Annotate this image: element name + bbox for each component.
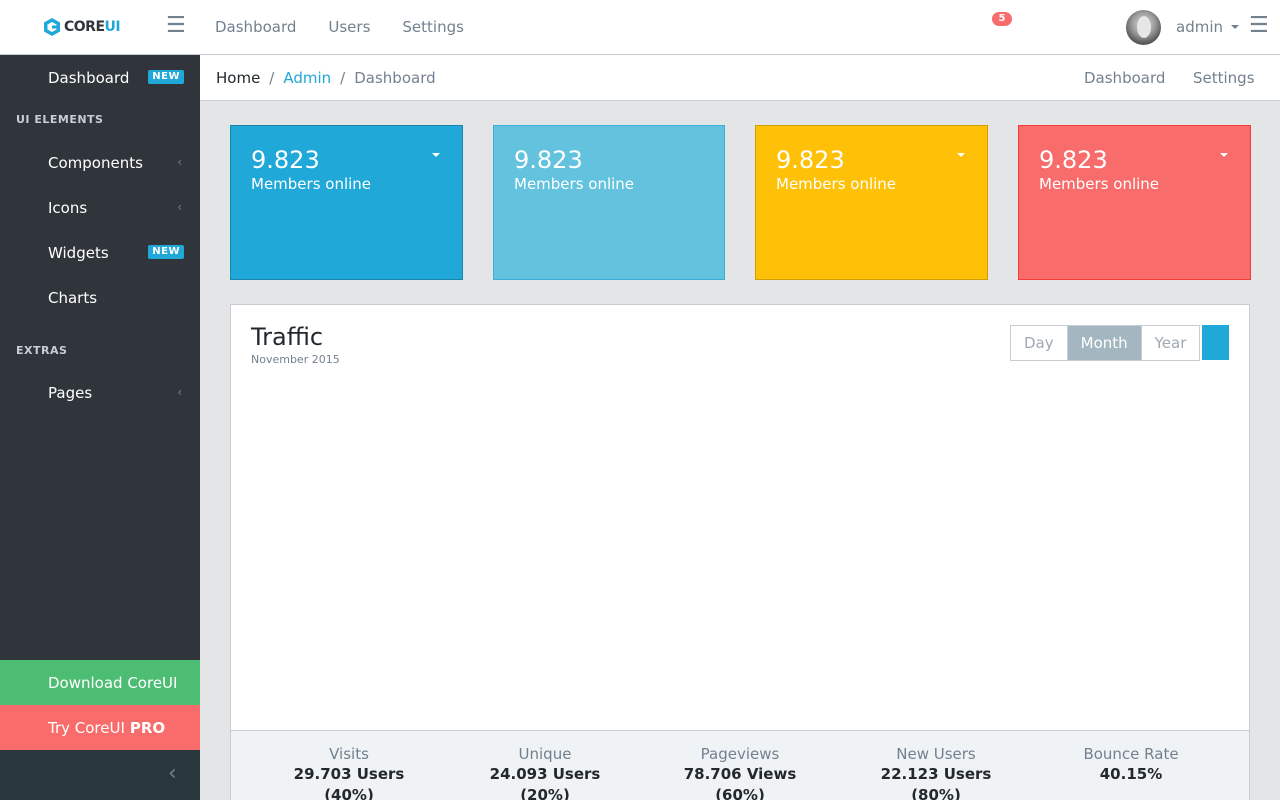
- widget-label: Members online: [1039, 175, 1160, 193]
- download-label: Download CoreUI: [48, 673, 178, 692]
- user-avatar[interactable]: [1126, 10, 1161, 45]
- stat-name: New Users: [896, 745, 976, 763]
- sidebar-item-widgets[interactable]: Widgets NEW: [0, 230, 200, 275]
- pro-label: PRO: [129, 718, 166, 737]
- breadcrumb-admin[interactable]: Admin: [283, 69, 331, 87]
- traffic-stat: Visits 29.703 Users (40%): [271, 744, 427, 800]
- widget-value: 9.823: [251, 146, 320, 174]
- card-subtitle: November 2015: [251, 353, 340, 366]
- breadcrumb-menu-settings[interactable]: Settings: [1193, 69, 1255, 87]
- stat-value: 29.703 Users (40%): [293, 765, 405, 800]
- stat-value: 78.706 Views (60%): [683, 765, 797, 800]
- brand-name: COREUI: [64, 19, 121, 35]
- breadcrumb-home[interactable]: Home: [216, 69, 260, 87]
- traffic-card: Traffic November 2015 Day Month Year Vis…: [230, 304, 1250, 800]
- user-name: admin: [1176, 18, 1223, 36]
- widget-label: Members online: [514, 175, 635, 193]
- sidebar-item-icons[interactable]: Icons ‹: [0, 185, 200, 230]
- sidebar-item-label: Widgets: [48, 243, 109, 262]
- sidebar-item-charts[interactable]: Charts: [0, 275, 200, 320]
- sidebar-item-dashboard[interactable]: Dashboard NEW: [0, 55, 200, 100]
- new-badge: NEW: [148, 70, 184, 84]
- widget-label: Members online: [251, 175, 372, 193]
- breadcrumb-bar: Home / Admin / Dashboard Dashboard Setti…: [200, 55, 1280, 101]
- sidebar-item-label: Icons: [48, 198, 88, 217]
- sidebar-section-title: EXTRAS: [16, 344, 68, 357]
- caret-down-icon[interactable]: [957, 153, 965, 157]
- traffic-stat: New Users 22.123 Users (80%): [858, 744, 1014, 800]
- sidebar-item-label: Charts: [48, 288, 98, 307]
- try-coreui-pro-button[interactable]: Try CoreUI PRO: [0, 705, 200, 750]
- widget-card: 9.823 Members online: [755, 125, 988, 280]
- caret-down-icon: [1231, 25, 1239, 29]
- breadcrumb: Home / Admin / Dashboard: [216, 69, 436, 87]
- period-year-button[interactable]: Year: [1142, 326, 1200, 360]
- new-badge: NEW: [148, 245, 184, 259]
- header-nav-users[interactable]: Users: [328, 18, 370, 36]
- sidebar: Dashboard NEW UI ELEMENTS Components ‹ I…: [0, 55, 200, 800]
- widget-card: 9.823 Members online: [230, 125, 463, 280]
- header-nav-dashboard[interactable]: Dashboard: [215, 18, 296, 36]
- stat-value: 24.093 Users (20%): [489, 765, 601, 800]
- sidebar-toggler-icon[interactable]: ☰: [166, 15, 186, 37]
- chevron-left-icon: ‹: [177, 385, 182, 399]
- user-menu-toggle[interactable]: admin: [1176, 18, 1239, 36]
- widget-card: 9.823 Members online: [493, 125, 725, 280]
- sidebar-item-components[interactable]: Components ‹: [0, 140, 200, 185]
- sidebar-item-pages[interactable]: Pages ‹: [0, 370, 200, 415]
- brand-logo[interactable]: COREUI: [42, 17, 121, 37]
- traffic-stat: Bounce Rate 40.15%: [1053, 744, 1209, 785]
- try-label: Try CoreUI: [48, 718, 125, 737]
- chevron-left-icon: ‹: [177, 155, 182, 169]
- notification-badge[interactable]: 5: [992, 12, 1012, 26]
- sidebar-minimizer[interactable]: ‹: [0, 750, 200, 800]
- stat-value: 22.123 Users (80%): [880, 765, 992, 800]
- widget-value: 9.823: [776, 146, 845, 174]
- stat-name: Bounce Rate: [1083, 745, 1179, 763]
- chevron-left-icon: ‹: [168, 761, 177, 786]
- breadcrumb-menu-dashboard[interactable]: Dashboard: [1084, 69, 1165, 87]
- chevron-left-icon: ‹: [177, 200, 182, 214]
- caret-down-icon[interactable]: [1220, 153, 1228, 157]
- app-header: COREUI ☰ Dashboard Users Settings 5 admi…: [0, 0, 1280, 55]
- widget-label: Members online: [776, 175, 897, 193]
- stat-value: 40.15%: [1099, 765, 1163, 783]
- period-month-button[interactable]: Month: [1066, 326, 1142, 360]
- download-button[interactable]: [1202, 325, 1229, 360]
- period-day-button[interactable]: Day: [1011, 326, 1067, 360]
- header-nav-settings[interactable]: Settings: [402, 18, 464, 36]
- stat-name: Visits: [329, 745, 369, 763]
- stat-name: Unique: [518, 745, 572, 763]
- aside-menu-toggler-icon[interactable]: ☰: [1249, 15, 1269, 37]
- widget-card: 9.823 Members online: [1018, 125, 1251, 280]
- widget-value: 9.823: [514, 146, 583, 174]
- period-toggle: Day Month Year: [1010, 325, 1201, 361]
- header-nav: Dashboard Users Settings: [215, 18, 496, 36]
- card-title: Traffic: [251, 323, 324, 351]
- sidebar-section-title: UI ELEMENTS: [16, 113, 104, 126]
- stat-name: Pageviews: [700, 745, 780, 763]
- breadcrumb-current: Dashboard: [354, 69, 436, 87]
- sidebar-item-label: Components: [48, 153, 143, 172]
- download-coreui-button[interactable]: Download CoreUI: [0, 660, 200, 705]
- traffic-stat: Pageviews 78.706 Views (60%): [662, 744, 818, 800]
- caret-down-icon[interactable]: [432, 153, 440, 157]
- widget-value: 9.823: [1039, 146, 1108, 174]
- traffic-chart-area: [251, 375, 1229, 725]
- traffic-stat: Unique 24.093 Users (20%): [467, 744, 623, 800]
- traffic-stats-footer: Visits 29.703 Users (40%) Unique 24.093 Use…: [231, 730, 1249, 800]
- sidebar-item-label: Dashboard: [48, 68, 130, 87]
- coreui-logo-icon: [44, 18, 60, 36]
- sidebar-item-label: Pages: [48, 383, 93, 402]
